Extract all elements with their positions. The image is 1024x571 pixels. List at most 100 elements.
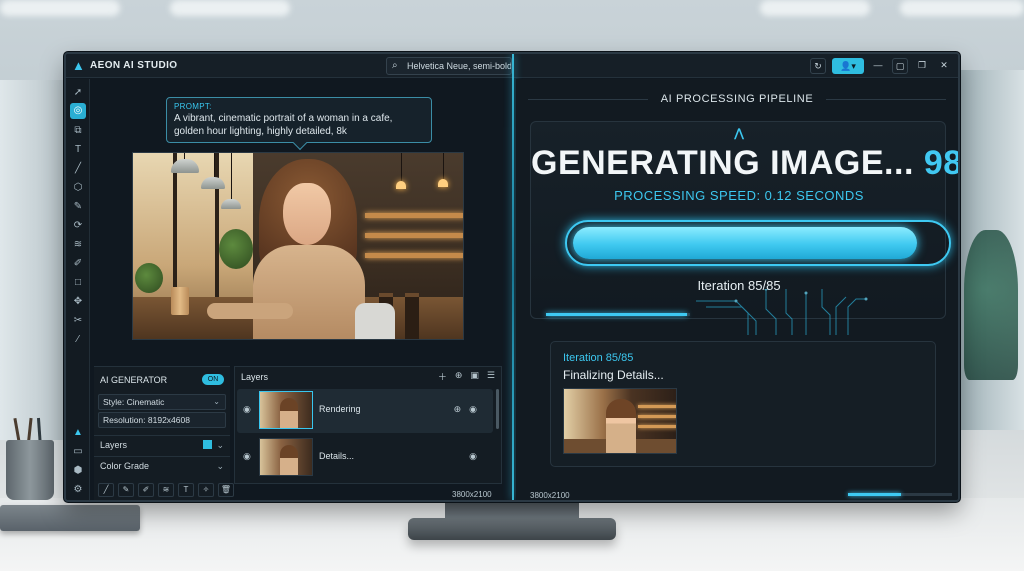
layer-row[interactable]: ◉ Rendering ⊕◉ (237, 389, 493, 433)
layers-scrollbar[interactable] (496, 389, 499, 429)
layer-name: Rendering (319, 404, 361, 414)
shelf (365, 233, 463, 238)
font-search-input[interactable]: ⌕ Helvetica Neue, semi-bold (386, 57, 512, 75)
expand-icon[interactable]: ▢ (892, 58, 908, 74)
lamp-cord (401, 153, 402, 181)
text-icon[interactable]: T (70, 142, 86, 158)
magic-icon[interactable]: ✧ (198, 483, 214, 497)
brush-icon[interactable]: ✐ (138, 483, 154, 497)
target-icon[interactable]: ⊕ (455, 370, 463, 383)
rotate-icon[interactable]: ⟳ (70, 218, 86, 234)
progress-percent: 98% (923, 144, 958, 182)
app-title[interactable]: AEON AI STUDIO (90, 60, 177, 71)
color-swatch[interactable] (203, 440, 212, 449)
layers-row-label: Layers (100, 440, 128, 450)
logo-icon[interactable]: ▲ (70, 425, 86, 441)
style-select[interactable]: Style: Cinematic ⌄ (98, 394, 226, 410)
layer-thumbnail (259, 391, 313, 429)
text-icon[interactable]: T (178, 483, 194, 497)
ceiling-light (760, 0, 870, 16)
eye-icon[interactable]: ◉ (243, 451, 251, 462)
eye-icon[interactable]: ◉ (243, 404, 251, 415)
generated-image-canvas[interactable] (132, 152, 464, 340)
add-icon[interactable]: ＋ (438, 370, 447, 383)
color-grade-row[interactable]: Color Grade ⌄ (94, 456, 230, 474)
rectangle-icon[interactable]: □ (70, 275, 86, 291)
panel-divider (512, 54, 514, 500)
crop-icon[interactable]: ⧉ (70, 123, 86, 139)
trash-icon[interactable]: 🗑 (218, 483, 234, 497)
detail-iteration: Iteration 85/85 (563, 352, 634, 364)
refresh-icon[interactable]: ↻ (810, 58, 826, 74)
pipeline-panel: AI PROCESSING PIPELINE ⋀ GENERATING IMAG… (516, 79, 958, 500)
layer-name: Details... (319, 451, 355, 461)
mini-progress-fill (546, 313, 687, 316)
prompt-text: A vibrant, cinematic portrait of a woman… (174, 113, 393, 137)
resolution-value: Resolution: 8192x4608 (103, 415, 190, 425)
generating-status: GENERATING IMAGE... 98% (531, 144, 958, 183)
transform-icon[interactable]: ✥ (70, 294, 86, 310)
preview-thumbnail[interactable] (563, 388, 677, 454)
layers-row[interactable]: Layers ⌄ (94, 435, 230, 453)
pen-icon[interactable]: ✎ (118, 483, 134, 497)
pen-icon[interactable]: ✎ (70, 199, 86, 215)
lamp (171, 159, 199, 173)
woman-body (253, 245, 365, 339)
plant (219, 229, 253, 269)
gear-icon[interactable]: ⚙ (70, 482, 86, 498)
ai-generator-panel: AI GENERATOR ON Style: Cinematic ⌄ Resol… (94, 366, 234, 500)
layer-thumbnail (259, 438, 313, 476)
ceiling-light (170, 0, 290, 16)
menu-icon[interactable]: ☰ (487, 370, 495, 383)
pointer-icon[interactable]: ➚ (70, 85, 86, 101)
eyedropper-icon[interactable]: ⁄ (70, 332, 86, 348)
office-window (0, 80, 64, 440)
chevron-down-icon[interactable]: ⌄ (170, 60, 178, 71)
resolution-field[interactable]: Resolution: 8192x4608 (98, 412, 226, 428)
image-icon[interactable]: ▣ (470, 370, 479, 383)
user-icon[interactable]: 👤▾ (832, 58, 864, 74)
line-icon[interactable]: ╱ (98, 483, 114, 497)
pipeline-title: AI PROCESSING PIPELINE (660, 93, 814, 105)
logo-icon: ▲ (72, 58, 85, 73)
shelf (365, 213, 463, 218)
layer-actions[interactable]: ⊕◉ (454, 404, 485, 415)
woman-arm (207, 303, 293, 319)
generating-label: GENERATING IMAGE... (531, 144, 914, 182)
search-icon: ⌕ (392, 60, 398, 71)
minimize-icon[interactable]: — (870, 58, 886, 74)
brush-icon[interactable]: ✐ (70, 256, 86, 272)
line-icon[interactable]: ╱ (70, 161, 86, 177)
canvas-resolution-left: 3800x2100 (452, 490, 492, 499)
lamp-cord (443, 153, 444, 179)
detail-card: Iteration 85/85 Finalizing Details... (550, 341, 936, 467)
shelf (365, 253, 463, 258)
chevron-down-icon: ⌄ (216, 440, 224, 450)
layer-row[interactable]: ◉ Details... ◉ (237, 436, 493, 480)
layers-toolbar: ＋ ⊕ ▣ ☰ (438, 370, 495, 383)
shape-icon[interactable]: ⬡ (70, 180, 86, 196)
pendant-light (438, 179, 448, 187)
tools-icon[interactable]: ✂ (70, 313, 86, 329)
layers-icon[interactable]: ≋ (158, 483, 174, 497)
tool-rail: ➚ ◎ ⧉ T ╱ ⬡ ✎ ⟳ ≋ ✐ □ ✥ ✂ ⁄ ▲ ▭ ⬢ ⚙ (66, 79, 90, 500)
pendant-light (396, 181, 406, 189)
brush-toolbar: ╱ ✎ ✐ ≋ T ✧ 🗑 (98, 483, 234, 497)
lamp-cord (214, 153, 215, 177)
layer-actions[interactable]: ◉ (469, 451, 485, 462)
plant (135, 263, 163, 293)
close-icon[interactable]: ✕ (936, 58, 952, 74)
circuit-decoration (696, 289, 868, 335)
ai-brush-icon[interactable]: ◎ (70, 103, 86, 119)
color-grade-row-label: Color Grade (100, 461, 150, 471)
cube-icon[interactable]: ⬢ (70, 463, 86, 479)
laptop (0, 505, 140, 531)
ceiling-light (0, 0, 120, 16)
prompt-box[interactable]: PROMPT: A vibrant, cinematic portrait of… (166, 97, 432, 151)
restore-icon[interactable]: ❐ (914, 58, 930, 74)
prompt-pointer (292, 135, 308, 151)
style-select-value: Style: Cinematic (103, 397, 165, 407)
layers-icon[interactable]: ≋ (70, 237, 86, 253)
folder-icon[interactable]: ▭ (70, 444, 86, 460)
ai-generator-toggle[interactable]: ON (202, 374, 224, 385)
